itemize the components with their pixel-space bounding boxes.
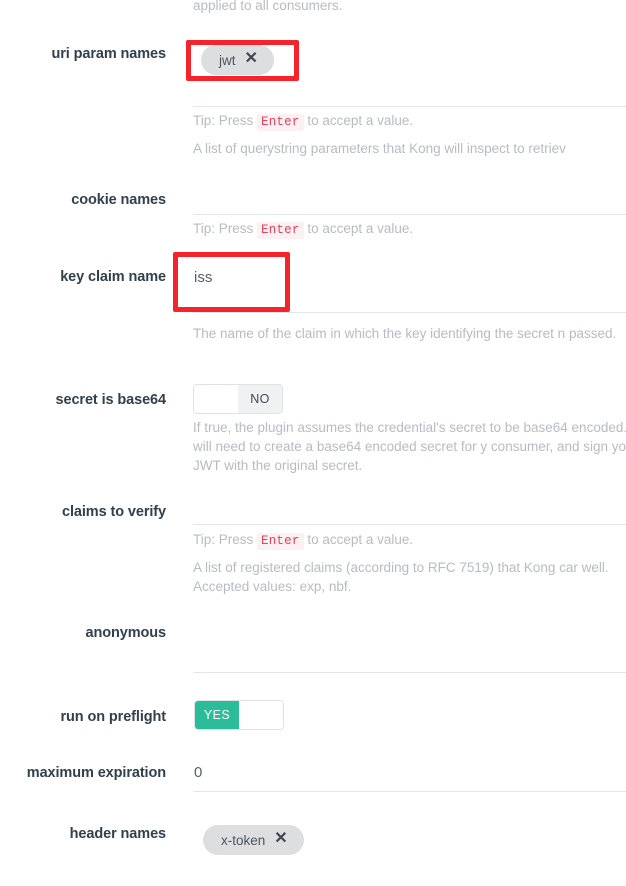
divider-uri-param-names: [193, 106, 626, 107]
tip-cookie-names: Tip: Press Enter to accept a value.: [193, 219, 626, 240]
toggle-pane-off[interactable]: [239, 701, 283, 729]
maximum-expiration-input[interactable]: [193, 756, 626, 790]
toggle-secret-is-base64[interactable]: NO: [193, 384, 283, 414]
tip-prefix: Tip: Press: [193, 221, 254, 236]
divider-anonymous: [193, 672, 626, 673]
label-cookie-names: cookie names: [71, 192, 166, 208]
tip-uri-param-names: Tip: Press Enter to accept a value.: [193, 111, 626, 132]
maximum-expiration-value: 0: [194, 764, 203, 781]
label-claims-to-verify: claims to verify: [62, 504, 166, 520]
chip-jwt-label: jwt: [219, 52, 236, 68]
enter-key-badge: Enter: [257, 114, 304, 131]
chip-x-token[interactable]: x-token ✕: [203, 825, 304, 855]
chip-jwt[interactable]: jwt ✕: [201, 45, 274, 75]
divider-maximum-expiration: [193, 791, 626, 792]
enter-key-badge: Enter: [257, 533, 304, 550]
description-uri-param-names: A list of querystring parameters that Ko…: [193, 141, 566, 156]
toggle-pane-on[interactable]: YES: [195, 701, 239, 729]
tip-suffix: to accept a value.: [307, 113, 414, 128]
divider-cookie-names: [193, 214, 626, 215]
label-header-names: header names: [69, 826, 166, 842]
label-anonymous: anonymous: [85, 625, 167, 641]
label-uri-param-names: uri param names: [51, 46, 166, 62]
plugin-config-form: applied to all consumers. uri param name…: [0, 0, 626, 886]
label-key-claim-name: key claim name: [60, 269, 166, 285]
tip-claims-to-verify: Tip: Press Enter to accept a value.: [193, 530, 626, 551]
description-claims-to-verify: A list of registered claims (according t…: [193, 560, 609, 594]
divider-claims-to-verify: [193, 524, 626, 525]
description-key-claim-name: The name of the claim in which the key i…: [193, 326, 617, 341]
tip-prefix: Tip: Press: [193, 532, 254, 547]
divider-key-claim-name: [193, 312, 626, 313]
toggle-pane-off[interactable]: NO: [238, 385, 282, 413]
label-secret-is-base64: secret is base64: [55, 392, 167, 408]
claims-to-verify-input[interactable]: [193, 496, 626, 524]
tip-prefix: Tip: Press: [193, 113, 254, 128]
close-icon[interactable]: ✕: [245, 51, 258, 67]
anonymous-input[interactable]: [193, 614, 626, 672]
cookie-names-input[interactable]: [193, 186, 626, 214]
toggle-run-on-preflight[interactable]: YES: [194, 700, 284, 730]
description-secret-is-base64: If true, the plugin assumes the credenti…: [193, 420, 626, 473]
tip-suffix: to accept a value.: [307, 221, 414, 236]
close-icon[interactable]: ✕: [274, 831, 287, 847]
tip-suffix: to accept a value.: [307, 532, 414, 547]
chip-x-token-label: x-token: [221, 832, 266, 848]
enter-key-badge: Enter: [257, 222, 304, 239]
label-maximum-expiration: maximum expiration: [26, 765, 166, 781]
label-run-on-preflight: run on preflight: [60, 709, 166, 725]
toggle-pane-on[interactable]: [194, 385, 238, 413]
consumers-help-text-partial: applied to all consumers.: [193, 0, 343, 13]
key-claim-name-value: iss: [194, 269, 213, 286]
